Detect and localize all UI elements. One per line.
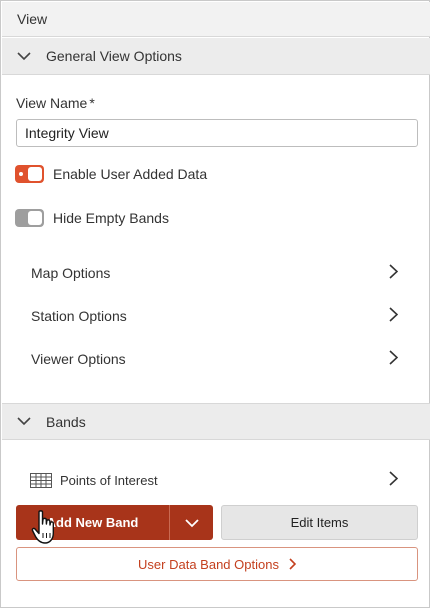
bands-header-label: Bands xyxy=(46,413,86,430)
chevron-right-icon xyxy=(389,471,399,489)
add-band-dropdown-button[interactable] xyxy=(169,505,213,540)
chevron-down-icon xyxy=(184,515,199,531)
general-options-header[interactable]: General View Options xyxy=(2,38,430,75)
add-new-band-label: Add New Band xyxy=(46,515,139,530)
bands-header[interactable]: Bands xyxy=(2,403,430,440)
hide-empty-bands-label: Hide Empty Bands xyxy=(53,210,169,226)
user-data-band-options-label: User Data Band Options xyxy=(138,556,279,572)
general-options-header-label: General View Options xyxy=(46,48,182,64)
toggle-knob xyxy=(28,211,42,225)
add-new-band-button[interactable]: Add New Band xyxy=(16,505,169,540)
edit-items-button[interactable]: Edit Items xyxy=(221,505,418,540)
chevron-down-icon xyxy=(2,417,46,426)
enable-user-added-data-label: Enable User Added Data xyxy=(53,166,208,182)
station-options-row[interactable]: Station Options xyxy=(2,296,430,336)
chevron-right-icon xyxy=(389,350,399,368)
view-name-label-text: View Name xyxy=(16,95,88,111)
chevron-right-icon xyxy=(389,264,399,282)
map-options-row[interactable]: Map Options xyxy=(2,253,430,293)
band-item-points-of-interest[interactable]: Points of Interest xyxy=(2,463,430,497)
edit-items-label: Edit Items xyxy=(290,515,349,530)
chevron-down-icon xyxy=(2,51,46,61)
chevron-right-icon xyxy=(289,558,296,570)
toggle-on-indicator xyxy=(19,172,23,176)
panel-title: View xyxy=(2,2,430,37)
enable-user-added-data-toggle-row[interactable]: Enable User Added Data xyxy=(15,165,207,183)
toggle-knob xyxy=(28,167,42,181)
station-options-label: Station Options xyxy=(31,308,127,324)
view-panel: View General View Options View Name* Ena… xyxy=(0,0,430,608)
chevron-right-icon xyxy=(389,307,399,325)
enable-user-added-data-toggle[interactable] xyxy=(15,165,44,183)
hide-empty-bands-toggle[interactable] xyxy=(15,209,44,227)
add-new-band-split-button: Add New Band xyxy=(16,505,213,540)
band-item-label: Points of Interest xyxy=(60,472,158,488)
view-name-input[interactable] xyxy=(16,119,418,147)
table-icon xyxy=(30,472,52,488)
viewer-options-row[interactable]: Viewer Options xyxy=(2,339,430,379)
viewer-options-label: Viewer Options xyxy=(31,351,126,367)
view-name-label: View Name * xyxy=(16,95,95,111)
hide-empty-bands-toggle-row[interactable]: Hide Empty Bands xyxy=(15,209,169,227)
user-data-band-options-button[interactable]: User Data Band Options xyxy=(16,547,418,581)
required-marker: * xyxy=(89,95,95,111)
map-options-label: Map Options xyxy=(31,265,111,281)
